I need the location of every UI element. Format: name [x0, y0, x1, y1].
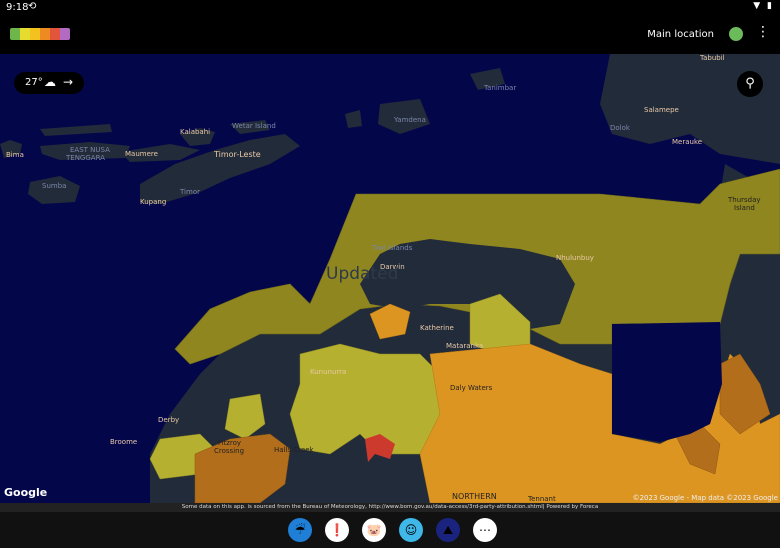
- map-label-halls-creek: Halls Creek: [274, 446, 314, 454]
- status-time: 9:18: [6, 2, 29, 13]
- map-label-crossing: Crossing: [214, 447, 245, 455]
- current-weather-chip[interactable]: 27° ☁ →: [14, 72, 84, 94]
- map-label-kalabahi: Kalabahi: [180, 128, 211, 136]
- map-label-kupang: Kupang: [140, 198, 167, 206]
- map-label-bima: Bima: [6, 151, 24, 159]
- map-label-dolok: Dolok: [610, 124, 630, 132]
- legend-swatch-5: [60, 28, 70, 40]
- map-label-island: Island: [734, 204, 755, 212]
- search-icon: ⚲: [745, 76, 755, 91]
- map-label-kununurra: Kununurra: [310, 368, 347, 376]
- search-button[interactable]: ⚲: [737, 71, 763, 97]
- map-label-timor: Timor: [180, 188, 200, 196]
- update-overlay-text: Updated: [326, 264, 399, 284]
- legend-swatch-4: [50, 28, 60, 40]
- overflow-menu-icon[interactable]: ⋮: [756, 25, 770, 39]
- map-label-yamdena: Yamdena: [394, 116, 426, 124]
- map-label-broome: Broome: [110, 438, 138, 446]
- map-label-fitzroy: Fitzroy: [218, 439, 242, 447]
- location-status-indicator[interactable]: [729, 27, 743, 41]
- triangle-app-icon[interactable]: ⛰: [436, 518, 460, 542]
- map-label-wetar: Wetar Island: [232, 122, 276, 130]
- map-label-timor-leste: Timor-Leste: [214, 150, 261, 159]
- status-icons: ▼ ▮: [753, 1, 774, 11]
- assistant-app-icon[interactable]: ☺: [399, 518, 423, 542]
- current-temperature: 27°: [25, 77, 43, 88]
- map-label-northern: NORTHERN: [452, 492, 497, 501]
- map-label-salamepe: Salamepe: [644, 106, 679, 114]
- status-bar: 9:18 ⟲ ▼ ▮: [0, 0, 780, 15]
- map-label-nhulunbuy: Nhulunbuy: [556, 254, 594, 262]
- map-label-east-nusa: EAST NUSA: [70, 146, 110, 154]
- google-logo: Google: [4, 486, 48, 499]
- map-view[interactable]: Bima EAST NUSA TENGGARA Maumere Kalabahi…: [0, 54, 780, 503]
- cloud-rain-icon: ☁: [44, 75, 56, 89]
- app-dock: ☔ ❗ 🐷 ☺ ⛰ ⋯: [0, 512, 780, 548]
- map-label-tabubil: Tabubil: [700, 54, 725, 62]
- map-label-maumere: Maumere: [125, 150, 158, 158]
- map-label-daly-waters: Daly Waters: [450, 384, 493, 392]
- legend-swatch-3: [40, 28, 50, 40]
- map-label-katherine: Katherine: [420, 324, 454, 332]
- map-label-tennant: Tennant: [528, 495, 556, 503]
- data-attribution[interactable]: Some data on this app. is sourced from t…: [0, 503, 780, 512]
- pig-app-icon[interactable]: 🐷: [362, 518, 386, 542]
- map-copyright: ©2023 Google - Map data ©2023 Google: [632, 494, 778, 502]
- map-label-tenggara: TENGGARA: [66, 154, 105, 162]
- map-label-merauke: Merauke: [672, 138, 703, 146]
- sync-icon: ⟲: [28, 1, 37, 12]
- arrow-right-icon: →: [63, 75, 74, 89]
- map-label-tanimbar: Tanimbar: [484, 84, 517, 92]
- map-label-tiwi: Tiwi Islands: [372, 244, 413, 252]
- legend-swatch-0: [10, 28, 20, 40]
- app-bar: Main location ⋮: [0, 15, 780, 54]
- weather-alert-app-icon[interactable]: ❗: [325, 518, 349, 542]
- map-label-sumba: Sumba: [42, 182, 67, 190]
- legend-swatch-2: [30, 28, 40, 40]
- location-label[interactable]: Main location: [647, 29, 714, 40]
- map-label-derby: Derby: [158, 416, 180, 424]
- gulf-of-carpentaria: [612, 322, 722, 442]
- app-drawer-icon[interactable]: ⋯: [473, 518, 497, 542]
- map-label-thursday: Thursday: [728, 196, 761, 204]
- map-label-mataranka: Mataranka: [446, 342, 484, 350]
- rain-radar-app-icon[interactable]: ☔: [288, 518, 312, 542]
- islands-north: [0, 54, 780, 214]
- severity-legend[interactable]: [10, 28, 70, 40]
- legend-swatch-1: [20, 28, 30, 40]
